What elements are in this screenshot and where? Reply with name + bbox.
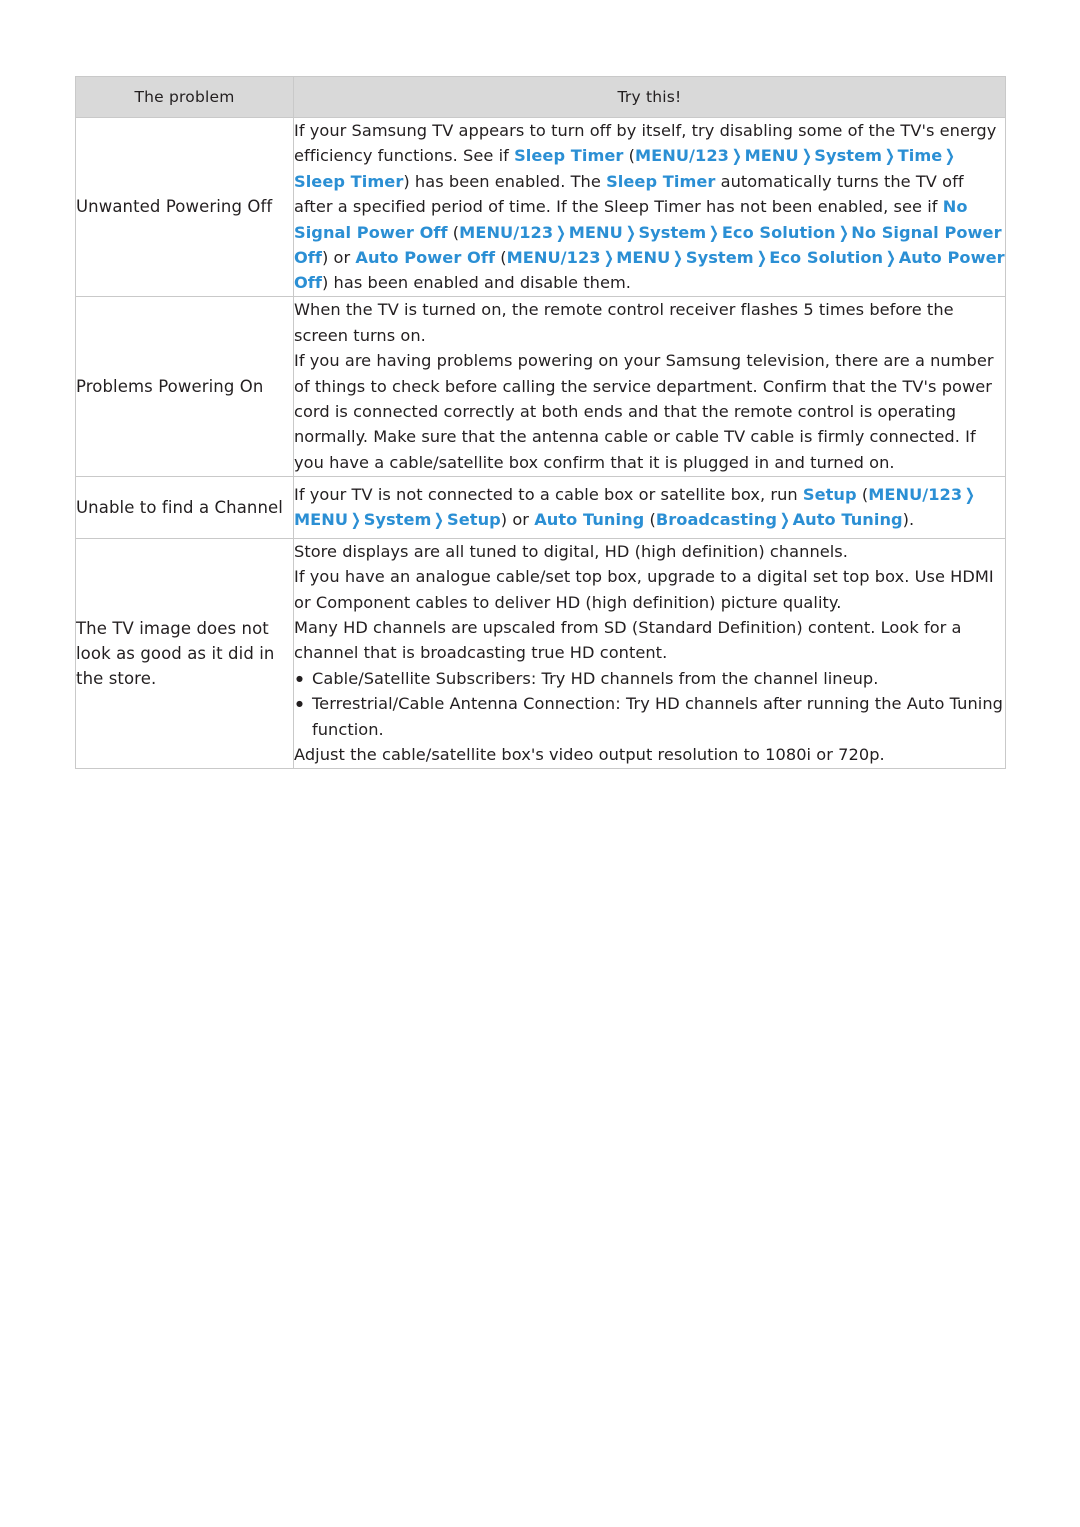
- table-row: The TV image does not look as good as it…: [75, 537, 1006, 769]
- menu-link: Auto Tuning: [792, 510, 903, 530]
- menu-link: MENU/123: [506, 248, 601, 268]
- menu-link: System: [685, 248, 754, 268]
- menu-link: Time: [897, 146, 943, 166]
- solution-paragraph: Many HD channels are upscaled from SD (S…: [294, 618, 962, 663]
- solution-cell: If your TV is not connected to a cable b…: [293, 475, 1006, 539]
- solution-rich-text: When the TV is turned on, the remote con…: [294, 297, 1005, 475]
- chevron-right-icon: ❯: [731, 146, 742, 166]
- solution-cell: Store displays are all tuned to digital,…: [293, 537, 1006, 769]
- solution-paragraphs: Store displays are all tuned to digital,…: [294, 539, 1005, 666]
- column-header-problem: The problem: [75, 76, 294, 118]
- problem-cell: Unable to find a Channel: [75, 475, 294, 539]
- menu-link: System: [363, 510, 432, 530]
- chevron-right-icon: ❯: [884, 146, 895, 166]
- menu-link: MENU: [294, 510, 349, 530]
- solution-rich-text: If your TV is not connected to a cable b…: [294, 482, 1005, 533]
- body-text: ).: [902, 510, 915, 530]
- menu-link: Sleep Timer: [294, 171, 404, 191]
- menu-link: System: [638, 222, 707, 242]
- menu-link: Sleep Timer: [514, 146, 624, 166]
- menu-link: Broadcasting: [655, 510, 777, 530]
- menu-link: Auto Power Off: [355, 248, 496, 268]
- menu-link: MENU/123: [459, 222, 554, 242]
- body-text: (: [623, 146, 635, 166]
- problem-cell: Problems Powering On: [75, 295, 294, 477]
- chevron-right-icon: ❯: [625, 222, 636, 242]
- solution-bullet-list: Cable/Satellite Subscribers: Try HD chan…: [294, 666, 1005, 742]
- body-text: (: [447, 222, 460, 242]
- solution-paragraph: Store displays are all tuned to digital,…: [294, 541, 848, 561]
- body-text: If your TV is not connected to a cable b…: [294, 484, 803, 504]
- menu-link: System: [814, 146, 883, 166]
- chevron-right-icon: ❯: [801, 146, 812, 166]
- problem-cell: Unwanted Powering Off: [75, 117, 294, 297]
- body-text: When the TV is turned on, the remote con…: [294, 300, 954, 345]
- solution-rich-text: If your Samsung TV appears to turn off b…: [294, 118, 1005, 296]
- table-row: Unwanted Powering Off If your Samsung TV…: [75, 117, 1006, 297]
- column-header-solution: Try this!: [293, 76, 1006, 118]
- chevron-right-icon: ❯: [779, 510, 790, 530]
- troubleshooting-table: The problem Try this! Unwanted Powering …: [75, 76, 1006, 769]
- list-item: Terrestrial/Cable Antenna Connection: Tr…: [294, 691, 1005, 742]
- body-text: (: [495, 248, 507, 268]
- menu-link: Setup: [447, 510, 501, 530]
- menu-link: Eco Solution: [769, 248, 884, 268]
- body-text: ) has been enabled. The: [403, 171, 607, 191]
- solution-paragraph: If you have an analogue cable/set top bo…: [294, 567, 994, 612]
- chevron-right-icon: ❯: [672, 248, 684, 268]
- chevron-right-icon: ❯: [756, 248, 767, 268]
- menu-link: Setup: [802, 484, 857, 504]
- chevron-right-icon: ❯: [708, 222, 720, 242]
- chevron-right-icon: ❯: [885, 248, 896, 268]
- solution-cell: If your Samsung TV appears to turn off b…: [293, 117, 1006, 297]
- solution-closing-text: Adjust the cable/satellite box's video o…: [294, 745, 885, 765]
- body-text: (: [644, 510, 656, 530]
- chevron-right-icon: ❯: [603, 248, 614, 268]
- table-row: Problems Powering On When the TV is turn…: [75, 295, 1006, 477]
- chevron-right-icon: ❯: [944, 146, 956, 166]
- document-page: The problem Try this! Unwanted Powering …: [0, 0, 1080, 1527]
- body-text: ) has been enabled and disable them.: [322, 273, 631, 293]
- menu-link: MENU: [568, 222, 623, 242]
- chevron-right-icon: ❯: [838, 222, 849, 242]
- chevron-right-icon: ❯: [964, 484, 976, 504]
- problem-cell: The TV image does not look as good as it…: [75, 537, 294, 769]
- menu-link: Auto Tuning: [534, 510, 645, 530]
- chevron-right-icon: ❯: [555, 222, 567, 242]
- menu-link: Eco Solution: [721, 222, 836, 242]
- body-text: ) or: [322, 248, 356, 268]
- menu-link: MENU: [744, 146, 799, 166]
- menu-link: MENU: [616, 248, 671, 268]
- body-text: If you are having problems powering on y…: [294, 351, 994, 472]
- chevron-right-icon: ❯: [350, 510, 361, 530]
- menu-link: MENU/123: [868, 484, 963, 504]
- body-text: ) or: [500, 510, 535, 530]
- menu-link: Sleep Timer: [606, 171, 716, 191]
- table-header-row: The problem Try this!: [75, 76, 1006, 118]
- table-row: Unable to find a Channel If your TV is n…: [75, 475, 1006, 539]
- body-text: (: [856, 484, 869, 504]
- list-item: Cable/Satellite Subscribers: Try HD chan…: [294, 666, 1005, 692]
- solution-cell: When the TV is turned on, the remote con…: [293, 295, 1006, 477]
- chevron-right-icon: ❯: [434, 510, 445, 530]
- menu-link: MENU/123: [635, 146, 729, 166]
